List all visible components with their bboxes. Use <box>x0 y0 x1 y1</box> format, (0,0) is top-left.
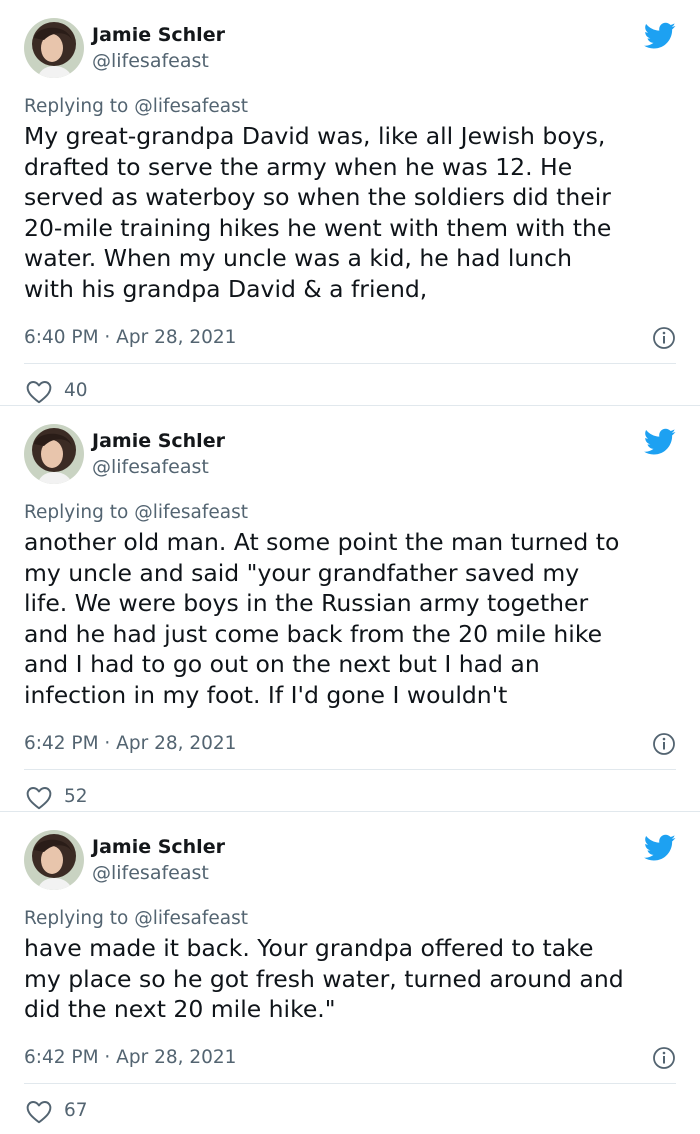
replying-handle-link[interactable]: @lifesafeast <box>134 908 248 929</box>
replying-handle-link[interactable]: @lifesafeast <box>134 502 248 523</box>
twitter-bird-icon[interactable] <box>644 428 676 456</box>
heart-outline-icon[interactable] <box>26 380 52 404</box>
tweet-meta: 6:40 PM · Apr 28, 2021 <box>24 323 676 353</box>
heart-outline-icon[interactable] <box>26 1100 52 1124</box>
tweet-header: Jamie Schler @lifesafeast <box>24 424 676 486</box>
replying-prefix: Replying to <box>24 908 135 929</box>
author-handle[interactable]: @lifesafeast <box>92 454 209 480</box>
tweet-header: Jamie Schler @lifesafeast <box>24 18 676 80</box>
tweet-timestamp[interactable]: 6:42 PM · Apr 28, 2021 <box>24 733 236 754</box>
twitter-bird-icon[interactable] <box>644 834 676 862</box>
replying-prefix: Replying to <box>24 96 135 117</box>
heart-outline-icon[interactable] <box>26 786 52 810</box>
tweet-text: have made it back. Your grandpa offered … <box>24 934 624 1024</box>
divider <box>24 768 676 770</box>
divider <box>24 362 676 364</box>
author-handle[interactable]: @lifesafeast <box>92 48 209 74</box>
tweet-meta: 6:42 PM · Apr 28, 2021 <box>24 1043 676 1073</box>
tweet-timestamp[interactable]: 6:40 PM · Apr 28, 2021 <box>24 327 236 348</box>
tweet-text: My great-grandpa David was, like all Jew… <box>24 122 612 303</box>
tweet-meta: 6:42 PM · Apr 28, 2021 <box>24 729 676 759</box>
divider <box>24 1082 676 1084</box>
info-icon[interactable] <box>652 1046 676 1070</box>
author-name[interactable]: Jamie Schler <box>92 834 225 860</box>
tweet-text: another old man. At some point the man t… <box>24 528 620 709</box>
replying-handle-link[interactable]: @lifesafeast <box>134 96 248 117</box>
twitter-bird-icon[interactable] <box>644 22 676 50</box>
tweet-card[interactable]: Jamie Schler @lifesafeast Replying to @l… <box>0 406 700 812</box>
info-icon[interactable] <box>652 326 676 350</box>
author-handle[interactable]: @lifesafeast <box>92 860 209 886</box>
info-icon[interactable] <box>652 732 676 756</box>
replying-to: Replying to @lifesafeast <box>24 94 676 120</box>
replying-to: Replying to @lifesafeast <box>24 500 676 526</box>
author-name[interactable]: Jamie Schler <box>92 428 225 454</box>
tweet-card[interactable]: Jamie Schler @lifesafeast Replying to @l… <box>0 812 700 1131</box>
avatar[interactable] <box>24 830 84 890</box>
replying-to: Replying to @lifesafeast <box>24 906 676 932</box>
tweet-header: Jamie Schler @lifesafeast <box>24 830 676 892</box>
like-action[interactable]: 67 <box>24 1088 676 1134</box>
tweet-timestamp[interactable]: 6:42 PM · Apr 28, 2021 <box>24 1047 236 1068</box>
avatar[interactable] <box>24 18 84 78</box>
tweet-card[interactable]: Jamie Schler @lifesafeast Replying to @l… <box>0 0 700 406</box>
replying-prefix: Replying to <box>24 502 135 523</box>
like-count: 67 <box>64 1099 88 1121</box>
author-name[interactable]: Jamie Schler <box>92 22 225 48</box>
avatar[interactable] <box>24 424 84 484</box>
